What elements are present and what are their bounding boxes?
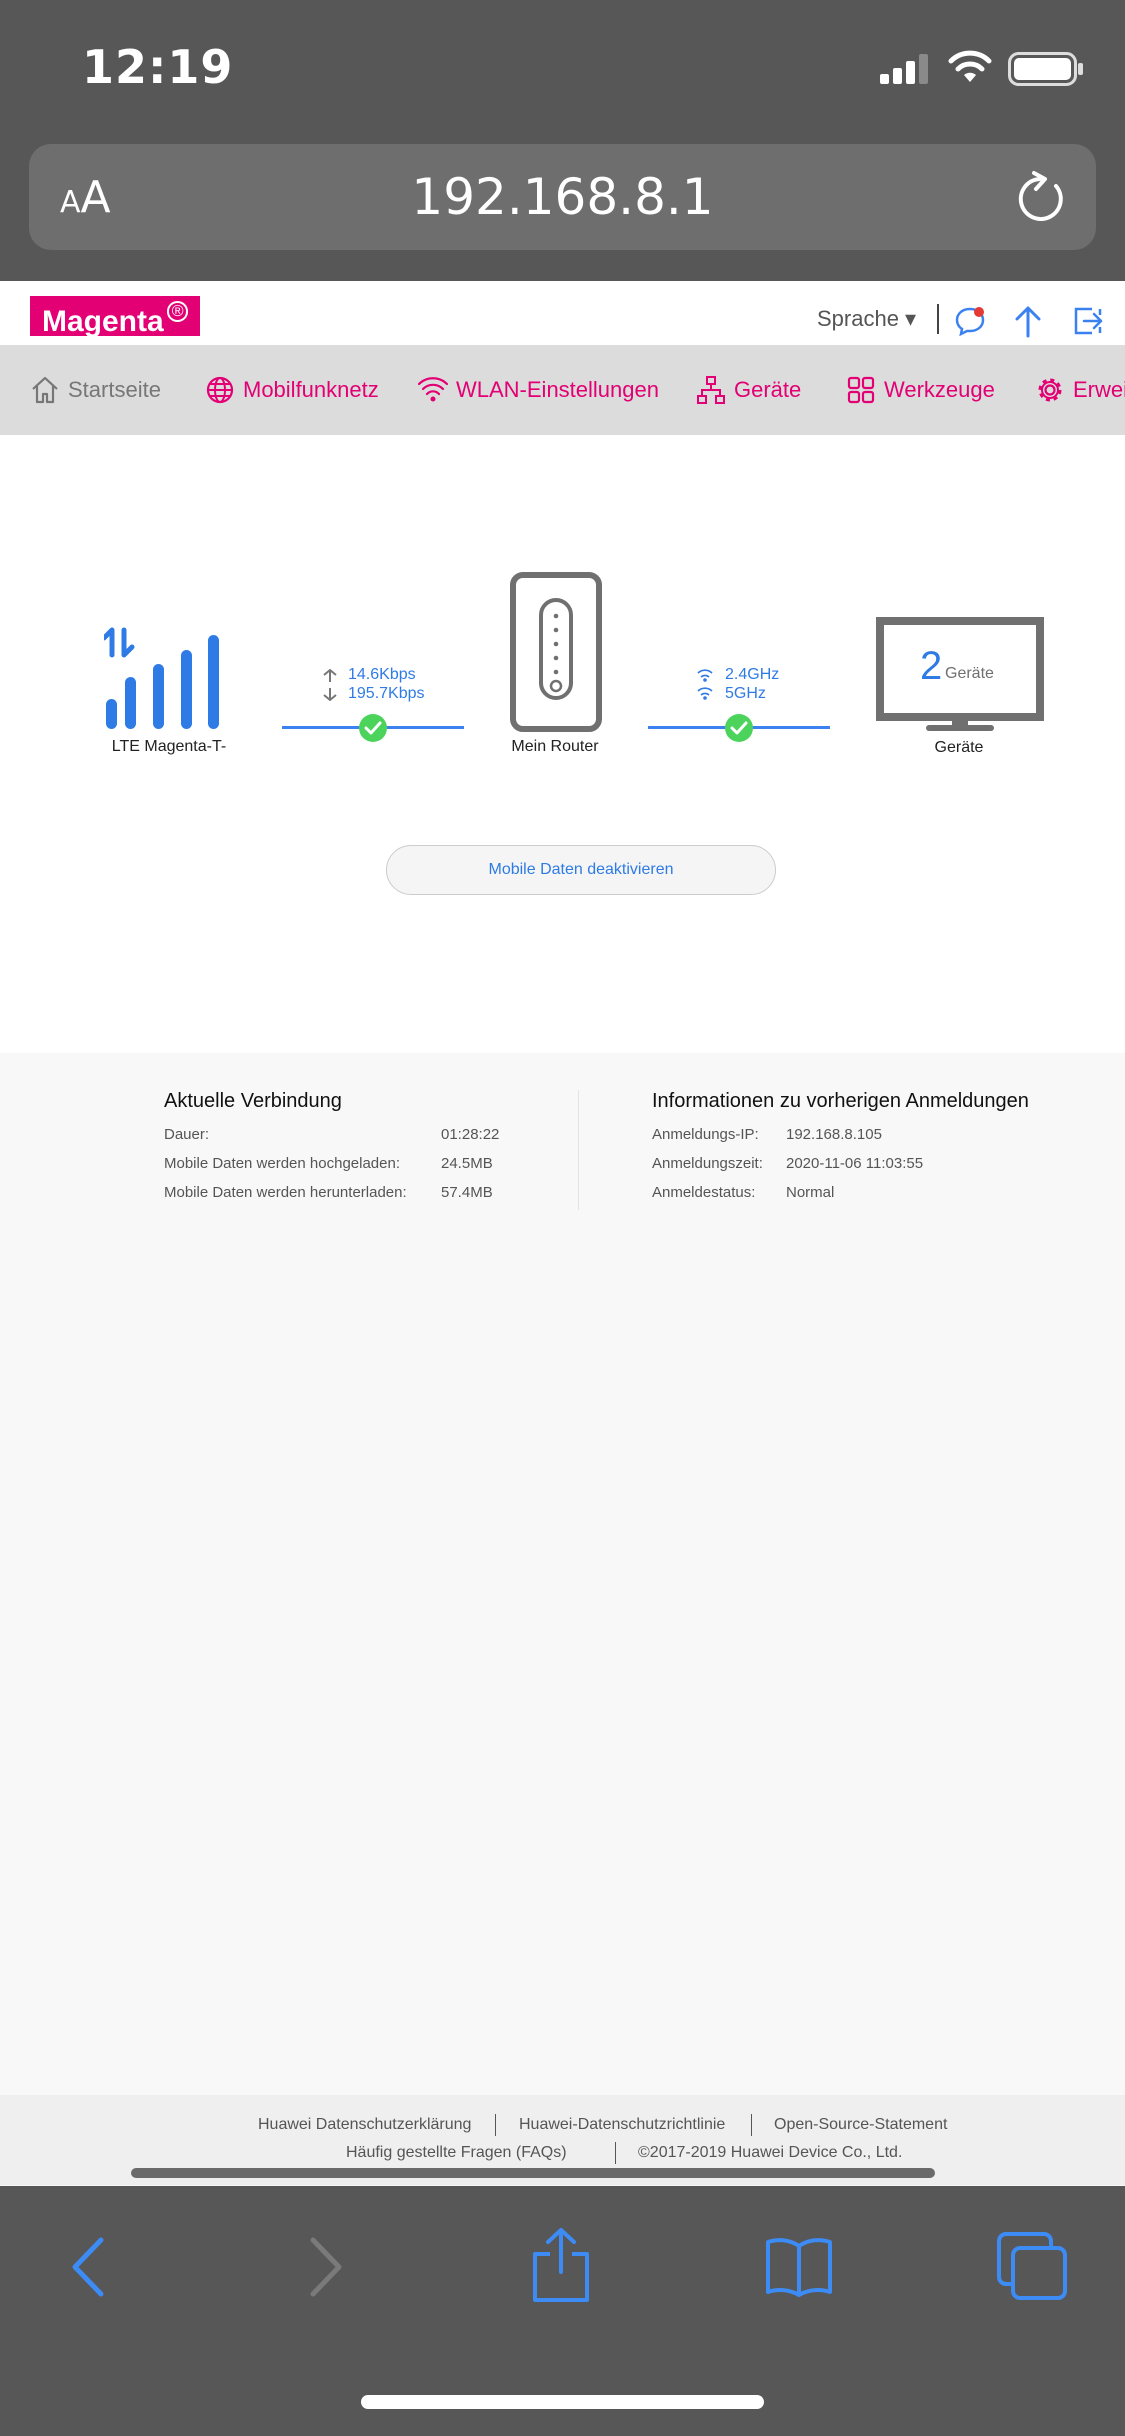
login-status-value: Normal (786, 1184, 835, 1201)
copyright-text: ©2017-2019 Huawei Device Co., Ltd. (638, 2144, 903, 2161)
login-time-key: Anmeldungszeit: (652, 1155, 763, 1172)
previous-logins-title: Informationen zu vorherigen Anmeldungen (652, 1090, 1029, 1112)
horizontal-scrollbar[interactable] (131, 2168, 935, 2178)
gear-icon (1038, 378, 1062, 402)
up-down-arrows-icon (323, 668, 337, 702)
battery-icon (1008, 52, 1083, 86)
url-text[interactable]: 192.168.8.1 (0, 168, 1125, 226)
status-time: 12:19 (82, 40, 234, 94)
upload-rate: 14.6Kbps (348, 666, 416, 683)
network-icon (697, 376, 725, 404)
nav-item-wlan-einstellungen[interactable]: WLAN-Einstellungen (418, 375, 659, 405)
wifi-status-icon (948, 50, 992, 82)
tabs-icon[interactable] (996, 2231, 1070, 2303)
nav-item-startseite[interactable]: Startseite (30, 375, 161, 405)
back-icon[interactable] (68, 2236, 108, 2298)
main-navigation: Startseite Mobilfunknetz WLAN-Einstellun… (0, 345, 1125, 435)
privacy-policy-link[interactable]: Huawei-Datenschutzrichtlinie (519, 2116, 725, 2134)
globe-icon (206, 376, 234, 404)
privacy-statement-link[interactable]: Huawei Datenschutzerklärung (258, 2116, 471, 2134)
language-dropdown[interactable]: Sprache ▾ (817, 306, 916, 332)
deactivate-mobile-data-button[interactable]: Mobile Daten deaktivieren (386, 845, 776, 895)
update-arrow-icon[interactable] (1012, 304, 1044, 338)
login-ip-key: Anmeldungs-IP: (652, 1126, 759, 1143)
nav-item-geraete[interactable]: Geräte (696, 375, 801, 405)
bookmarks-icon[interactable] (764, 2236, 834, 2298)
magenta-logo[interactable]: Magenta ® (30, 296, 201, 338)
home-indicator[interactable] (361, 2395, 764, 2409)
device-count-unit: Geräte (945, 665, 994, 682)
info-divider (578, 1090, 579, 1210)
current-connection-title: Aktuelle Verbindung (164, 1090, 342, 1112)
login-time-value: 2020-11-06 11:03:55 (786, 1155, 924, 1172)
messages-icon[interactable] (954, 305, 986, 337)
nav-item-werkzeuge[interactable]: Werkzeuge (846, 375, 995, 405)
footer-divider (751, 2114, 752, 2136)
reload-icon[interactable] (1018, 170, 1070, 226)
router-icon (510, 572, 602, 732)
tools-icon (847, 376, 875, 404)
wan-connected-check-icon (359, 714, 387, 742)
network-label: LTE Magenta-T- (111, 738, 227, 755)
download-key: Mobile Daten werden herunterladen: (164, 1184, 407, 1201)
footer-divider (615, 2142, 616, 2164)
home-icon (32, 376, 58, 404)
nav-item-mobilfunknetz[interactable]: Mobilfunknetz (205, 375, 379, 405)
duration-value: 01:28:22 (441, 1126, 500, 1143)
login-status-key: Anmeldestatus: (652, 1184, 756, 1201)
upload-value: 24.5MB (441, 1155, 493, 1172)
cellular-signal-icon (880, 54, 928, 84)
device-count[interactable]: 2 (920, 644, 942, 689)
forward-icon[interactable] (306, 2236, 346, 2298)
faq-link[interactable]: Häufig gestellte Fragen (FAQs) (346, 2144, 567, 2162)
duration-key: Dauer: (164, 1126, 210, 1143)
upload-key: Mobile Daten werden hochgeladen: (164, 1155, 400, 1172)
wifi-icon (418, 377, 448, 402)
lte-signal-icon (104, 627, 219, 729)
wifi-connected-check-icon (725, 714, 753, 742)
logout-icon[interactable] (1072, 305, 1104, 337)
nav-item-erweitert[interactable]: Erweit (1035, 375, 1125, 405)
login-ip-value: 192.168.8.105 (786, 1126, 882, 1143)
band-5ghz: 5GHz (725, 685, 766, 702)
devices-label: Geräte (934, 739, 984, 756)
router-label: Mein Router (511, 738, 599, 755)
open-source-link[interactable]: Open-Source-Statement (774, 2116, 947, 2134)
download-value: 57.4MB (441, 1184, 493, 1201)
share-icon[interactable] (530, 2226, 592, 2304)
band-2-4ghz: 2.4GHz (725, 666, 780, 683)
header-divider (937, 304, 939, 334)
footer-divider (495, 2114, 496, 2136)
wifi-bands-icon (697, 669, 713, 700)
download-rate: 195.7Kbps (348, 685, 425, 702)
